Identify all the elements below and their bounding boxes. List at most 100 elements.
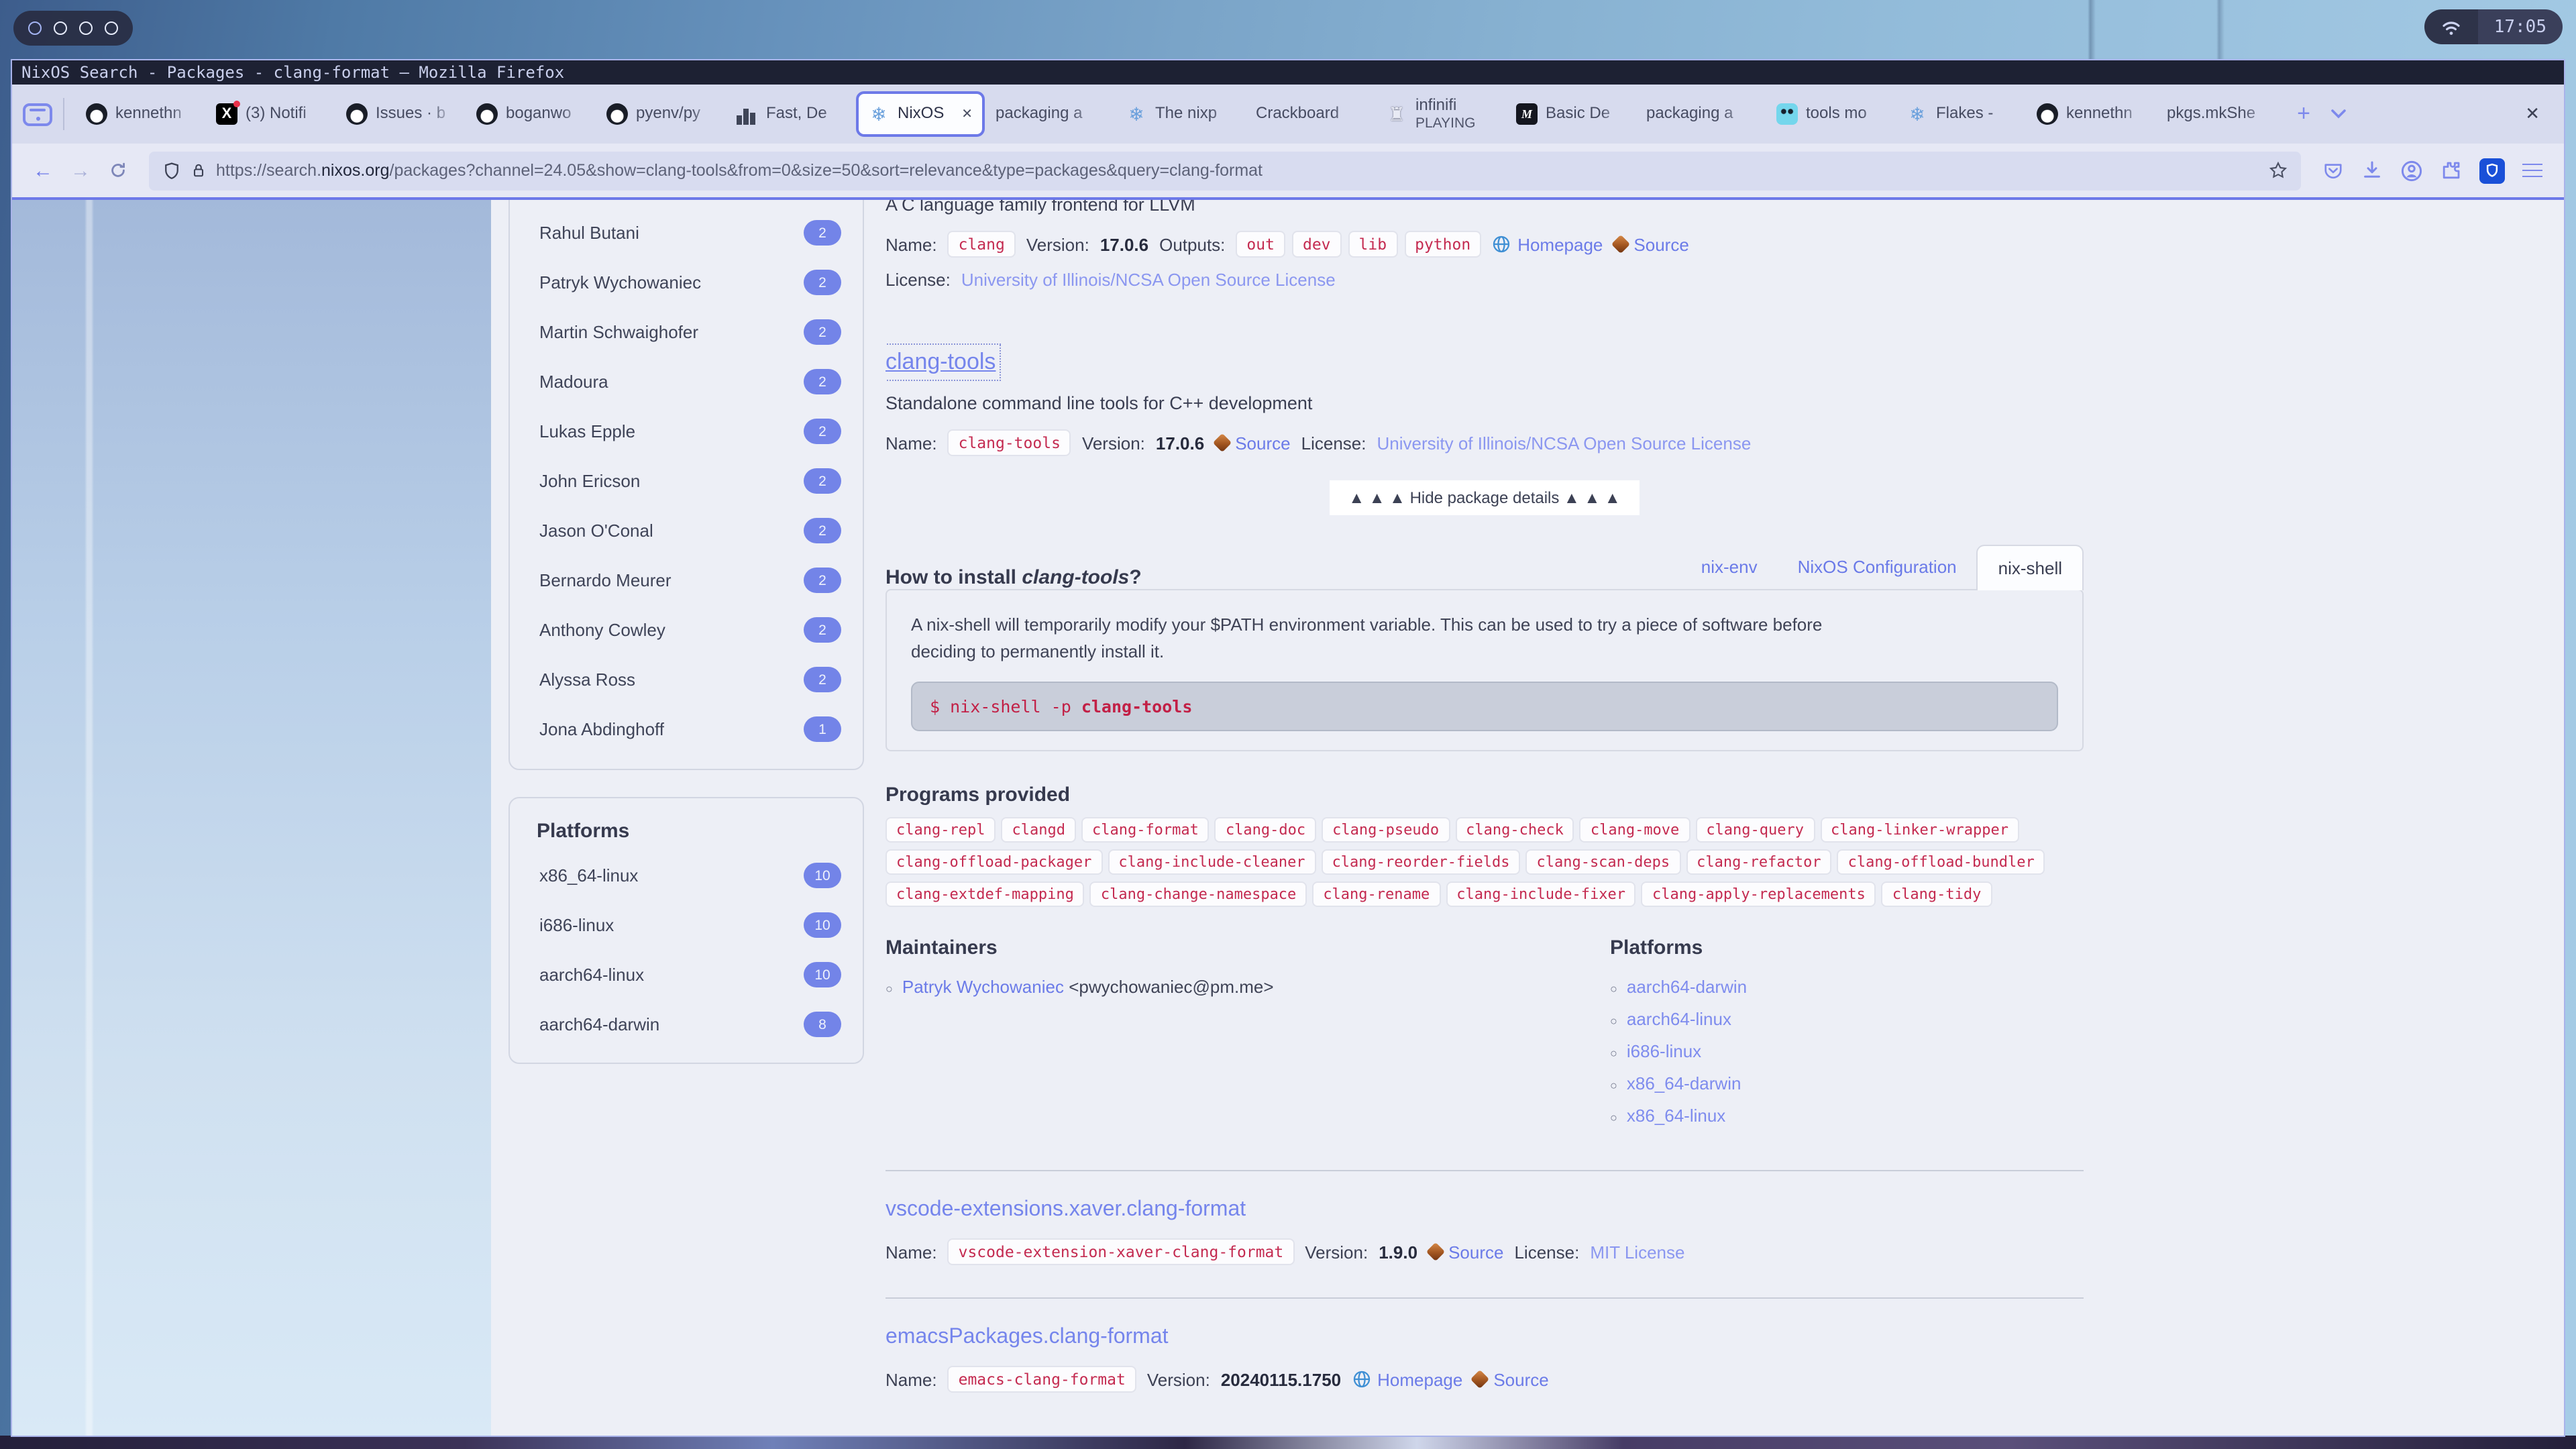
program-chip: clang-offload-packager	[885, 849, 1103, 875]
install-command[interactable]: $ nix-shell -p clang-tools	[911, 682, 2058, 732]
tab-favicon-icon	[868, 103, 890, 125]
tab-label: NixOS	[898, 105, 945, 123]
browser-tab[interactable]: The nixp	[1115, 91, 1245, 137]
clang-tools-title-link[interactable]: clang-tools	[885, 343, 1002, 381]
program-chip: clang-tidy	[1881, 881, 1992, 908]
source-link[interactable]: Source	[1425, 1242, 1503, 1263]
browser-tab[interactable]: Flakes -	[1896, 91, 2026, 137]
platform-link[interactable]: x86_64-linux	[1627, 1106, 1725, 1126]
bullet-icon: ○	[1610, 1014, 1617, 1028]
pocket-icon[interactable]	[2322, 160, 2344, 180]
tab-close-icon[interactable]: ✕	[961, 107, 973, 121]
workspace-dot-icon[interactable]	[79, 21, 93, 35]
vscode-package-title-link[interactable]: vscode-extensions.xaver.clang-format	[885, 1199, 1246, 1223]
maintainer-facet-row[interactable]: Jason O'Conal 2	[510, 506, 863, 555]
window-close-icon[interactable]: ✕	[2512, 103, 2553, 125]
tab-strip: kennethn (3) Notifi	[75, 91, 2286, 137]
browser-tab[interactable]: infinifi PLAYING	[1375, 91, 1505, 137]
maintainer-facet-row[interactable]: John Ericson 2	[510, 456, 863, 506]
globe-icon	[1352, 1371, 1370, 1388]
list-tabs-chevron-icon[interactable]	[2321, 97, 2356, 131]
count-badge: 2	[804, 617, 841, 643]
browser-tab[interactable]: pkgs.mkShe	[2156, 91, 2286, 137]
workspace-dot-icon[interactable]	[54, 21, 67, 35]
new-tab-button[interactable]: +	[2286, 97, 2321, 131]
homepage-link[interactable]: Homepage	[1492, 234, 1603, 254]
firefox-view-icon[interactable]	[23, 103, 52, 125]
forward-button[interactable]: →	[63, 153, 98, 188]
tab-sublabel: PLAYING	[1415, 115, 1476, 131]
window-controls[interactable]	[13, 11, 133, 46]
browser-tab[interactable]: Issues · b	[335, 91, 466, 137]
browser-tab[interactable]: Crackboard	[1245, 91, 1375, 137]
install-method-tab[interactable]: NixOS Configuration	[1778, 545, 1977, 589]
tab-favicon-icon	[2037, 103, 2058, 125]
source-link[interactable]: Source	[1470, 1370, 1549, 1390]
browser-tab[interactable]: packaging a	[985, 91, 1115, 137]
program-chip: clang-include-fixer	[1446, 881, 1636, 908]
platform-facet-row[interactable]: x86_64-linux 10	[510, 851, 863, 900]
license-link[interactable]: University of Illinois/NCSA Open Source …	[961, 270, 1336, 290]
reload-button[interactable]	[101, 153, 136, 188]
maintainer-facet-row[interactable]: Alyssa Ross 2	[510, 655, 863, 704]
maintainer-facet-row[interactable]: Madoura 2	[510, 357, 863, 407]
install-method-tab[interactable]: nix-shell	[1976, 545, 2084, 590]
extensions-puzzle-icon[interactable]	[2440, 160, 2462, 181]
maintainer-facet-row[interactable]: Bernardo Meurer 2	[510, 555, 863, 605]
download-icon[interactable]	[2361, 160, 2383, 181]
bookmark-star-icon[interactable]	[2269, 161, 2288, 180]
platform-facet-row[interactable]: aarch64-darwin 8	[510, 1000, 863, 1049]
browser-tab[interactable]: (3) Notifi	[205, 91, 335, 137]
platform-facet-row[interactable]: i686-linux 10	[510, 900, 863, 950]
tab-label: Crackboard	[1256, 105, 1340, 123]
workspace-dot-icon[interactable]	[28, 21, 42, 35]
browser-tab[interactable]: packaging a	[1635, 91, 1766, 137]
install-method-tab[interactable]: nix-env	[1681, 545, 1778, 589]
platform-facet-list: x86_64-linux 10 i686-linux 10 aarch64-li…	[510, 851, 863, 1049]
platform-facet-row[interactable]: aarch64-linux 10	[510, 950, 863, 1000]
emacs-package-title-link[interactable]: emacsPackages.clang-format	[885, 1326, 1169, 1350]
browser-tab[interactable]: boganwo	[466, 91, 596, 137]
maintainer-facet-row[interactable]: Patryk Wychowaniec 2	[510, 258, 863, 307]
back-button[interactable]: ←	[25, 153, 60, 188]
wallpaper-bottom-strip	[0, 1436, 2576, 1449]
maintainer-name: Alyssa Ross	[539, 669, 636, 690]
program-chip: clang-include-cleaner	[1108, 849, 1316, 875]
browser-tab[interactable]: NixOS ✕	[856, 91, 985, 137]
maintainer-facet-row[interactable]: Jona Abdinghoff 1	[510, 704, 863, 754]
browser-tab[interactable]: pyenv/py	[596, 91, 726, 137]
browser-tab[interactable]: tools mo	[1766, 91, 1896, 137]
lock-icon[interactable]	[191, 161, 207, 180]
source-diamond-icon	[1425, 1242, 1445, 1262]
platform-link[interactable]: aarch64-linux	[1627, 1010, 1731, 1030]
browser-tab[interactable]: Basic De	[1505, 91, 1635, 137]
hide-package-details-button[interactable]: ▲ ▲ ▲ Hide package details ▲ ▲ ▲	[1330, 480, 1640, 515]
maintainer-link[interactable]: Patryk Wychowaniec	[902, 977, 1064, 998]
homepage-link[interactable]: Homepage	[1352, 1370, 1462, 1390]
count-badge: 2	[804, 568, 841, 593]
license-link[interactable]: University of Illinois/NCSA Open Source …	[1377, 433, 1751, 453]
url-text[interactable]: https://search.nixos.org/packages?channe…	[216, 161, 2259, 180]
maintainer-facet-row[interactable]: Anthony Cowley 2	[510, 605, 863, 655]
account-icon[interactable]	[2400, 159, 2423, 182]
browser-tab[interactable]: kennethn	[75, 91, 205, 137]
menu-hamburger-icon[interactable]	[2522, 163, 2542, 178]
platform-link[interactable]: aarch64-darwin	[1627, 977, 1747, 998]
platform-link[interactable]: i686-linux	[1627, 1042, 1701, 1062]
source-link[interactable]: Source	[1611, 234, 1689, 254]
source-link[interactable]: Source	[1212, 433, 1291, 453]
license-link[interactable]: MIT License	[1590, 1242, 1684, 1263]
bitwarden-icon[interactable]	[2479, 158, 2505, 183]
url-bar[interactable]: https://search.nixos.org/packages?channe…	[149, 151, 2301, 190]
divider	[63, 98, 64, 130]
browser-tab[interactable]: Fast, De	[726, 91, 856, 137]
browser-tab[interactable]: kennethn	[2026, 91, 2156, 137]
maintainer-facet-row[interactable]: Lukas Epple 2	[510, 407, 863, 456]
platform-link[interactable]: x86_64-darwin	[1627, 1074, 1741, 1094]
program-chip: clang-check	[1455, 817, 1574, 843]
maintainer-facet-row[interactable]: Rahul Butani 2	[510, 208, 863, 258]
workspace-dot-icon[interactable]	[105, 21, 118, 35]
maintainer-facet-row[interactable]: Martin Schwaighofer 2	[510, 307, 863, 357]
shield-icon[interactable]	[162, 160, 181, 180]
program-chip: clang-format	[1081, 817, 1210, 843]
